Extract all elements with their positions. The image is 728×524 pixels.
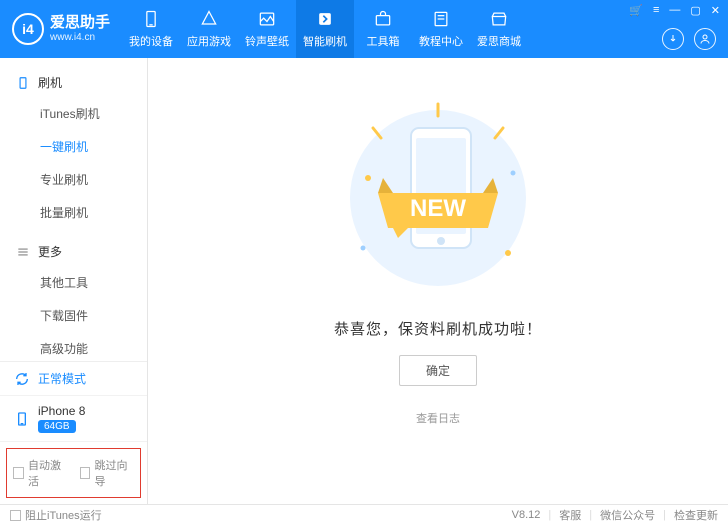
window-controls: 🛒 ≡ — ▢ ✕ <box>629 4 720 17</box>
flash-icon <box>315 9 335 29</box>
nav-label: 我的设备 <box>129 33 173 49</box>
nav-apps-games[interactable]: 应用游戏 <box>180 0 238 58</box>
device-mode-label: 正常模式 <box>38 370 86 387</box>
view-log-link[interactable]: 查看日志 <box>416 410 460 426</box>
nav-label: 教程中心 <box>419 33 463 49</box>
more-icon <box>16 245 30 259</box>
close-button[interactable]: ✕ <box>711 4 720 17</box>
sidebar-section-label: 刷机 <box>38 74 62 91</box>
version-label: V8.12 <box>512 509 541 521</box>
ok-button[interactable]: 确定 <box>399 355 477 386</box>
sidebar-section-label: 更多 <box>38 243 62 260</box>
toolbox-icon <box>373 9 393 29</box>
wallpaper-icon <box>257 9 277 29</box>
nav-tutorials[interactable]: 教程中心 <box>412 0 470 58</box>
store-icon <box>489 9 509 29</box>
checkbox-icon <box>10 510 21 521</box>
phone-icon <box>16 76 30 90</box>
support-link[interactable]: 客服 <box>559 507 581 523</box>
sidebar-item-download-firmware[interactable]: 下载固件 <box>0 299 147 332</box>
device-info[interactable]: iPhone 8 64GB <box>0 396 147 442</box>
phone-icon <box>141 9 161 29</box>
success-title: 恭喜您，保资料刷机成功啦！ <box>334 318 542 339</box>
sidebar: 刷机 iTunes刷机 一键刷机 专业刷机 批量刷机 更多 其他工具 下载固件 … <box>0 58 148 504</box>
app-body: 刷机 iTunes刷机 一键刷机 专业刷机 批量刷机 更多 其他工具 下载固件 … <box>0 58 728 504</box>
sidebar-item-itunes-flash[interactable]: iTunes刷机 <box>0 97 147 130</box>
menu-icon[interactable]: ≡ <box>653 4 659 17</box>
nav-label: 铃声壁纸 <box>245 33 289 49</box>
checkbox-label: 跳过向导 <box>94 457 134 489</box>
user-icon <box>699 33 711 45</box>
app-header: i4 爱思助手 www.i4.cn 我的设备 应用游戏 铃声壁纸 智能刷机 工具… <box>0 0 728 58</box>
user-button[interactable] <box>694 28 716 50</box>
sidebar-item-oneclick-flash[interactable]: 一键刷机 <box>0 130 147 163</box>
success-illustration: NEW <box>323 98 553 298</box>
checkbox-icon <box>80 467 91 479</box>
app-title: 爱思助手 <box>50 14 110 32</box>
sidebar-item-pro-flash[interactable]: 专业刷机 <box>0 163 147 196</box>
checkbox-block-itunes[interactable]: 阻止iTunes运行 <box>10 507 102 523</box>
sidebar-item-advanced[interactable]: 高级功能 <box>0 332 147 361</box>
sidebar-section-more: 更多 <box>0 237 147 266</box>
banner-text: NEW <box>410 195 466 222</box>
phone-icon <box>14 411 30 427</box>
nav-label: 爱思商城 <box>477 33 521 49</box>
logo-icon: i4 <box>12 13 44 45</box>
book-icon <box>431 9 451 29</box>
nav-my-device[interactable]: 我的设备 <box>122 0 180 58</box>
download-icon <box>667 33 679 45</box>
cart-icon[interactable]: 🛒 <box>629 4 643 17</box>
minimize-button[interactable]: — <box>669 4 680 17</box>
nav-label: 工具箱 <box>367 33 400 49</box>
checkbox-skip-guide[interactable]: 跳过向导 <box>80 457 135 489</box>
device-name: iPhone 8 <box>38 404 85 418</box>
refresh-icon <box>14 371 30 387</box>
nav-label: 应用游戏 <box>187 33 231 49</box>
top-nav: 我的设备 应用游戏 铃声壁纸 智能刷机 工具箱 教程中心 爱思商城 <box>122 0 528 58</box>
checkbox-auto-activate[interactable]: 自动激活 <box>13 457 68 489</box>
header-right: 🛒 ≡ — ▢ ✕ <box>621 0 728 58</box>
device-mode[interactable]: 正常模式 <box>0 362 147 396</box>
sidebar-section-flash: 刷机 <box>0 68 147 97</box>
apps-icon <box>199 9 219 29</box>
app-subtitle: www.i4.cn <box>50 32 110 44</box>
logo-block: i4 爱思助手 www.i4.cn <box>0 0 122 58</box>
sidebar-item-batch-flash[interactable]: 批量刷机 <box>0 196 147 229</box>
wechat-link[interactable]: 微信公众号 <box>600 507 655 523</box>
nav-store[interactable]: 爱思商城 <box>470 0 528 58</box>
checkbox-label: 自动激活 <box>28 457 68 489</box>
maximize-button[interactable]: ▢ <box>690 4 700 17</box>
flash-options-highlight: 自动激活 跳过向导 <box>6 448 141 498</box>
device-storage-badge: 64GB <box>38 420 76 433</box>
nav-smart-flash[interactable]: 智能刷机 <box>296 0 354 58</box>
nav-ringtone-wallpaper[interactable]: 铃声壁纸 <box>238 0 296 58</box>
status-bar: 阻止iTunes运行 V8.12 | 客服 | 微信公众号 | 检查更新 <box>0 504 728 524</box>
sidebar-item-other-tools[interactable]: 其他工具 <box>0 266 147 299</box>
nav-label: 智能刷机 <box>303 33 347 49</box>
separator: | <box>663 509 666 521</box>
checkbox-label: 阻止iTunes运行 <box>25 510 102 522</box>
checkbox-icon <box>13 467 24 479</box>
check-update-link[interactable]: 检查更新 <box>674 507 718 523</box>
separator: | <box>589 509 592 521</box>
main-content: NEW 恭喜您，保资料刷机成功啦！ 确定 查看日志 <box>148 58 728 504</box>
download-button[interactable] <box>662 28 684 50</box>
nav-toolbox[interactable]: 工具箱 <box>354 0 412 58</box>
separator: | <box>548 509 551 521</box>
